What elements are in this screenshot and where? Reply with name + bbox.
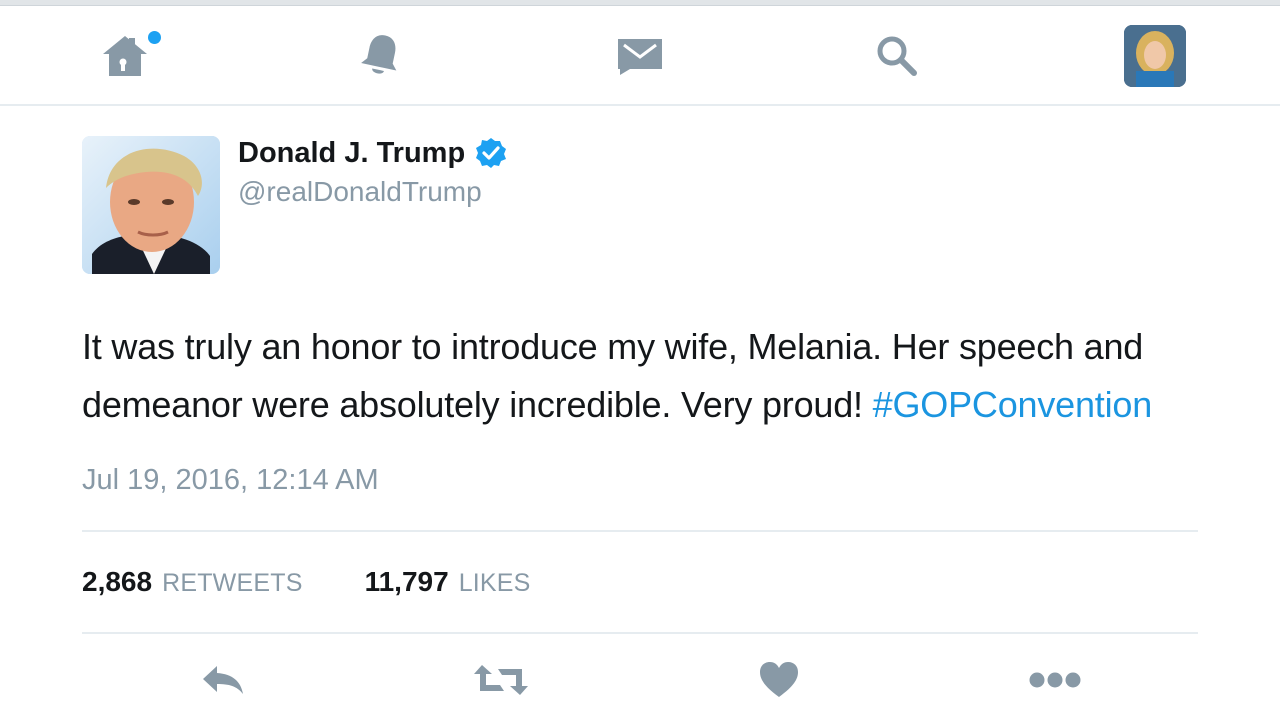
hashtag-link[interactable]: #GOPConvention bbox=[873, 384, 1153, 425]
like-button[interactable] bbox=[734, 640, 824, 720]
nav-messages-tab[interactable] bbox=[585, 6, 695, 106]
tweet-action-bar bbox=[0, 640, 1280, 720]
envelope-icon bbox=[618, 39, 662, 75]
top-navigation-bar bbox=[0, 6, 1280, 106]
retweets-stat[interactable]: 2,868 RETWEETS bbox=[82, 566, 303, 598]
retweet-button[interactable] bbox=[456, 640, 546, 720]
heart-icon bbox=[760, 662, 798, 697]
nav-search-tab[interactable] bbox=[842, 6, 952, 106]
divider bbox=[82, 632, 1198, 634]
reply-icon bbox=[203, 666, 243, 694]
nav-profile-tab[interactable] bbox=[1100, 6, 1210, 106]
retweet-icon bbox=[474, 665, 528, 695]
tweet-text: It was truly an honor to introduce my wi… bbox=[82, 318, 1202, 434]
retweets-label: RETWEETS bbox=[162, 569, 303, 597]
home-icon bbox=[103, 36, 147, 76]
bell-icon bbox=[361, 35, 397, 74]
author-handle[interactable]: @realDonaldTrump bbox=[238, 176, 482, 208]
likes-stat[interactable]: 11,797 LIKES bbox=[365, 566, 531, 598]
profile-avatar bbox=[1124, 25, 1186, 87]
author-name: Donald J. Trump bbox=[238, 136, 466, 169]
nav-home-tab[interactable] bbox=[70, 6, 180, 106]
divider bbox=[82, 530, 1198, 532]
more-icon bbox=[1029, 672, 1081, 688]
nav-notifications-tab[interactable] bbox=[326, 6, 436, 106]
author-name-row[interactable]: Donald J. Trump bbox=[238, 136, 507, 170]
tweet-stats: 2,868 RETWEETS 11,797 LIKES bbox=[82, 566, 531, 602]
reply-button[interactable] bbox=[178, 640, 268, 720]
likes-label: LIKES bbox=[458, 569, 531, 597]
tweet-timestamp: Jul 19, 2016, 12:14 AM bbox=[82, 464, 379, 496]
search-icon bbox=[877, 36, 917, 76]
author-avatar[interactable] bbox=[82, 136, 220, 274]
verified-badge-icon bbox=[476, 138, 507, 168]
more-options-button[interactable] bbox=[1010, 640, 1100, 720]
retweets-count: 2,868 bbox=[82, 566, 153, 597]
likes-count: 11,797 bbox=[364, 566, 449, 597]
notification-dot bbox=[148, 31, 161, 44]
